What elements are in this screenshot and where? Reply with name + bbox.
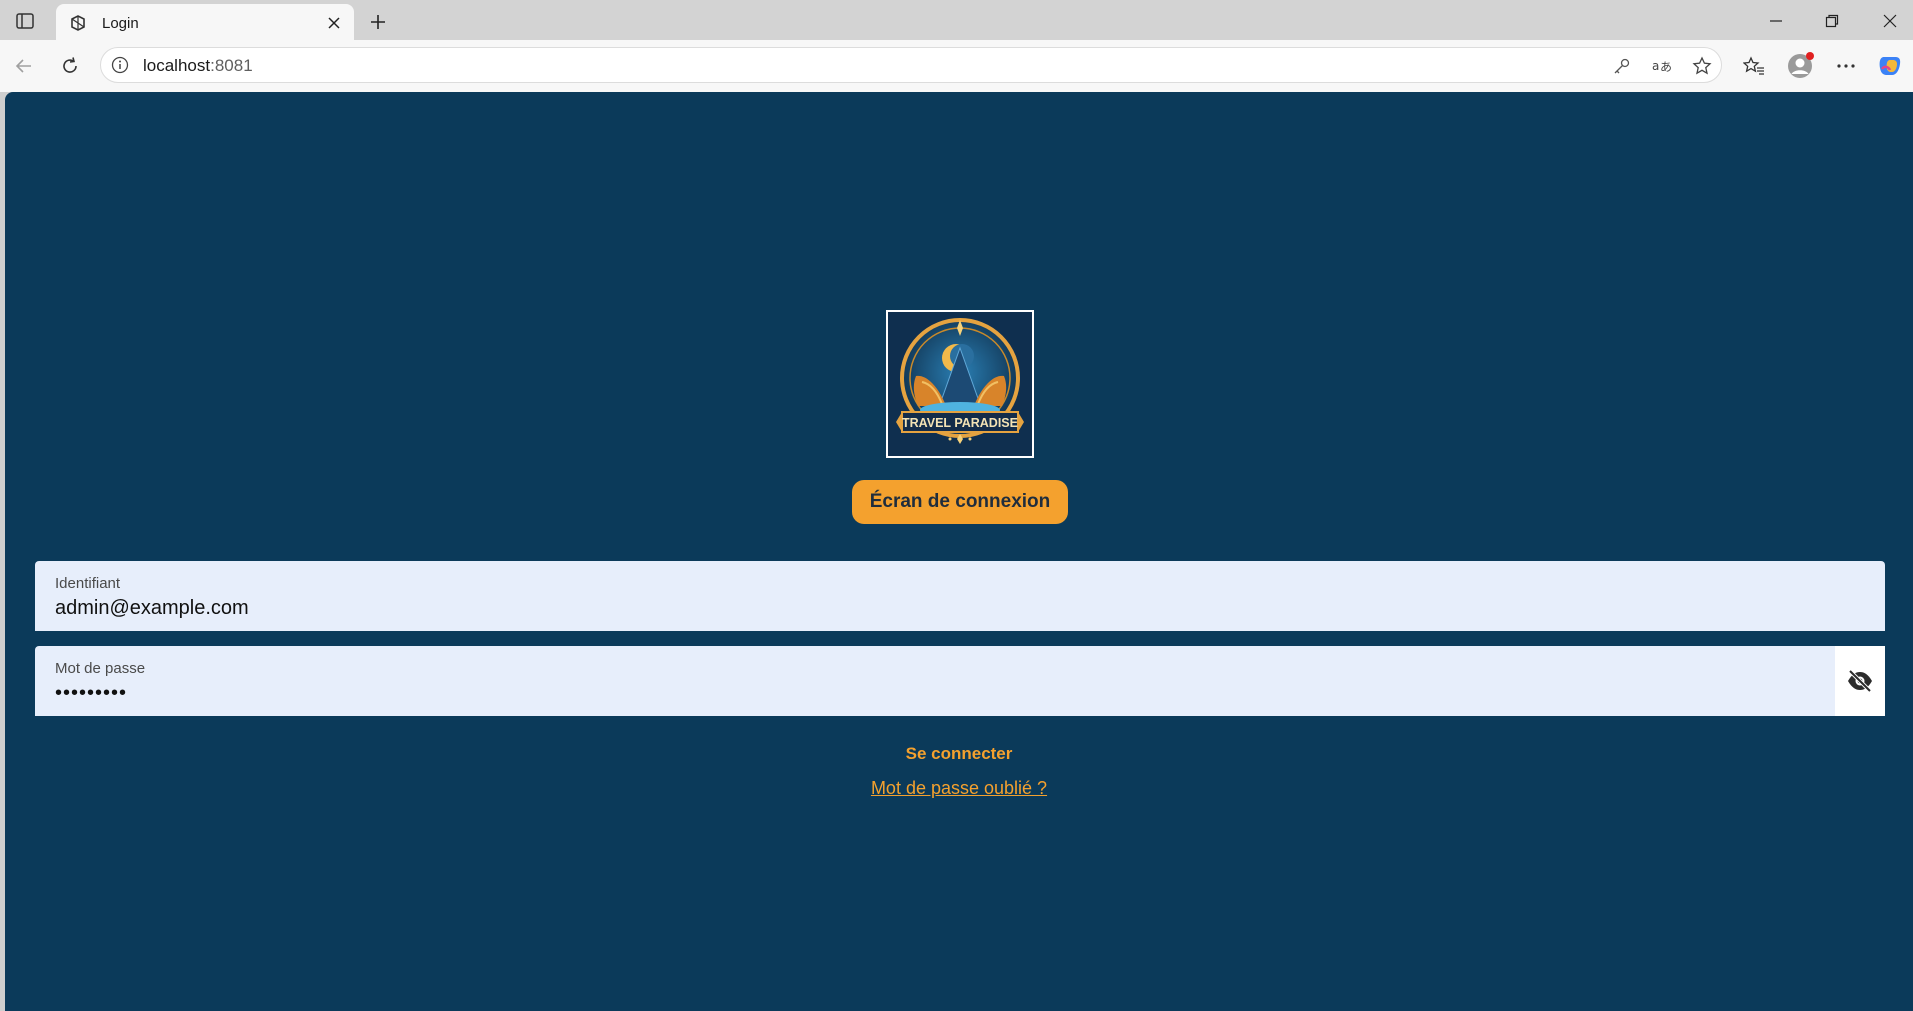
password-field[interactable]: Mot de passe ••••••••• bbox=[35, 646, 1885, 716]
login-button[interactable]: Se connecter bbox=[5, 744, 1913, 764]
profile-icon[interactable] bbox=[1784, 50, 1816, 82]
browser-tab[interactable]: Login bbox=[56, 4, 354, 42]
tab-bar: Login bbox=[0, 0, 1913, 42]
username-field[interactable]: Identifiant bbox=[35, 561, 1885, 631]
refresh-icon[interactable] bbox=[54, 50, 86, 82]
back-icon[interactable] bbox=[8, 50, 40, 82]
password-label: Mot de passe bbox=[55, 660, 146, 677]
translate-icon[interactable]: aあ bbox=[1649, 53, 1675, 79]
notification-dot bbox=[1806, 52, 1814, 60]
more-icon[interactable] bbox=[1830, 50, 1862, 82]
username-label: Identifiant bbox=[55, 575, 121, 592]
star-icon[interactable] bbox=[1689, 53, 1715, 79]
forgot-password-link[interactable]: Mot de passe oublié ? bbox=[5, 778, 1913, 799]
username-input[interactable] bbox=[55, 597, 1755, 620]
favorites-icon[interactable] bbox=[1738, 50, 1770, 82]
info-icon[interactable] bbox=[109, 54, 131, 76]
eye-off-icon[interactable] bbox=[1835, 646, 1885, 716]
password-input[interactable]: ••••••••• bbox=[55, 682, 127, 705]
favicon-icon bbox=[68, 13, 88, 33]
address-bar[interactable]: localhost:8081 aあ bbox=[100, 47, 1722, 83]
copilot-icon[interactable] bbox=[1874, 50, 1906, 82]
close-window-icon[interactable] bbox=[1870, 6, 1910, 36]
travel-paradise-logo: TRAVEL PARADISE bbox=[886, 310, 1034, 458]
logo-text: TRAVEL PARADISE bbox=[902, 416, 1018, 430]
url-text[interactable]: localhost:8081 bbox=[143, 56, 253, 76]
screen-title-badge: Écran de connexion bbox=[852, 480, 1068, 524]
key-icon[interactable] bbox=[1609, 53, 1635, 79]
browser-toolbar: localhost:8081 aあ bbox=[0, 40, 1913, 92]
minimize-icon[interactable] bbox=[1756, 6, 1796, 36]
tab-title: Login bbox=[102, 14, 139, 32]
page-viewport: TRAVEL PARADISE Écran de connexion Ident… bbox=[5, 92, 1913, 1011]
restore-icon[interactable] bbox=[1812, 6, 1852, 36]
close-icon[interactable] bbox=[320, 9, 348, 37]
sidebar-toggle-icon[interactable] bbox=[12, 10, 38, 32]
plus-icon[interactable] bbox=[364, 8, 392, 36]
svg-text:あ: あ bbox=[1660, 60, 1672, 74]
svg-text:a: a bbox=[1652, 59, 1659, 73]
